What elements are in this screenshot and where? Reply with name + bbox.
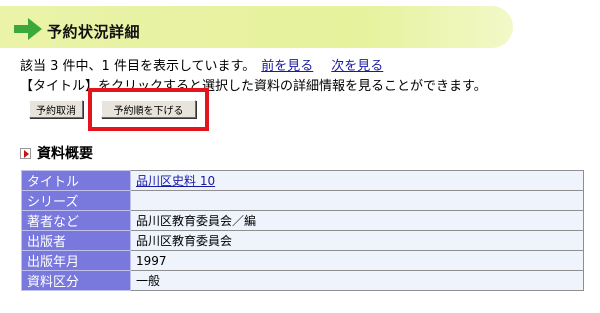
table-row: シリーズ: [21, 190, 584, 211]
triangle-bullet-icon: [20, 148, 31, 159]
page-title: 予約状況詳細: [47, 23, 141, 41]
row-value-pub-date: 1997: [130, 250, 584, 271]
row-label-category: 資料区分: [21, 270, 131, 291]
material-details-table: タイトル 品川区史料 10 シリーズ 著者など 品川区教育委員会／編 出版者 品…: [21, 170, 584, 291]
result-count-text: 該当 3 件中、1 件目を表示しています。: [20, 59, 256, 74]
next-link[interactable]: 次を見る: [331, 59, 383, 74]
row-value-category: 一般: [130, 270, 584, 291]
row-value-title: 品川区史料 10: [130, 170, 584, 191]
result-nav: 該当 3 件中、1 件目を表示しています。 前を見る 次を見る: [20, 55, 383, 74]
row-label-author: 著者など: [21, 210, 131, 231]
row-value-author: 品川区教育委員会／編: [130, 210, 584, 231]
cancel-reservation-button[interactable]: 予約取消: [29, 100, 83, 118]
row-label-pub-date: 出版年月: [21, 250, 131, 271]
page-header-banner: 予約状況詳細: [0, 6, 513, 48]
section-heading: 資料概要: [20, 143, 93, 163]
table-row: タイトル 品川区史料 10: [21, 170, 584, 191]
instruction-text: 【タイトル】をクリックすると選択した資料の詳細情報を見ることができます。: [20, 79, 487, 94]
section-title: 資料概要: [37, 146, 93, 162]
table-row: 著者など 品川区教育委員会／編: [21, 210, 584, 231]
row-value-series: [130, 190, 584, 211]
row-label-title: タイトル: [21, 170, 131, 191]
row-value-publisher: 品川区教育委員会: [130, 230, 584, 251]
table-row: 出版年月 1997: [21, 250, 584, 271]
prev-link[interactable]: 前を見る: [261, 59, 313, 74]
table-row: 出版者 品川区教育委員会: [21, 230, 584, 251]
lower-priority-button[interactable]: 予約順を下げる: [101, 100, 196, 118]
title-link[interactable]: 品川区史料 10: [136, 174, 215, 188]
row-label-publisher: 出版者: [21, 230, 131, 251]
table-row: 資料区分 一般: [21, 270, 584, 291]
arrow-right-icon: [14, 18, 42, 40]
row-label-series: シリーズ: [21, 190, 131, 211]
